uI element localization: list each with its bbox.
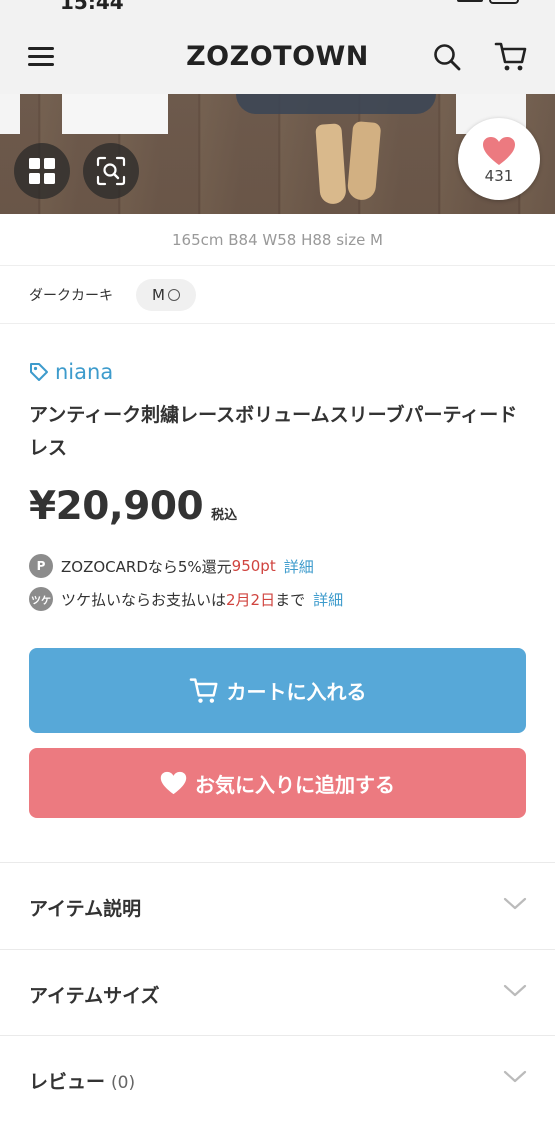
image-grid-button[interactable] [14, 143, 70, 199]
size-label: M [152, 286, 165, 304]
price: ¥20,900 税込 [29, 484, 237, 529]
tsuke-date: 2月2日 [226, 590, 276, 609]
brand-link[interactable]: niana [29, 360, 113, 384]
review-count: (0) [111, 1073, 136, 1093]
accordion-item-description[interactable]: アイテム説明 [0, 863, 555, 949]
accordion-label: アイテム説明 [29, 898, 142, 920]
menu-icon [28, 47, 54, 50]
favorite-count: 431 [484, 167, 514, 185]
site-logo[interactable]: ZOZOTOWN [186, 41, 369, 72]
accordion-item-size[interactable]: アイテムサイズ [0, 950, 555, 1036]
variant-row: ダークカーキ M [0, 266, 555, 324]
price-amount: ¥20,900 [29, 484, 204, 529]
search-icon [434, 44, 461, 71]
chevron-down-icon [503, 1070, 527, 1083]
chevron-down-icon [503, 897, 527, 910]
tag-icon [30, 363, 48, 381]
heart-icon [160, 771, 187, 795]
status-bar: 15:44 [0, 0, 555, 18]
add-to-favorites-button[interactable]: お気に入りに追加する [29, 748, 526, 818]
menu-button[interactable] [28, 44, 56, 68]
tsuke-info: ツケ ツケ払いならお支払いは 2月2日 まで 詳細 [29, 587, 343, 611]
zozocard-points: 950pt [231, 557, 276, 575]
tax-label: 税込 [211, 508, 238, 523]
cart-button[interactable] [494, 41, 528, 73]
product-title: アンティーク刺繍レースボリュームスリーブパーティードレス [29, 404, 518, 459]
battery-icon [489, 0, 519, 4]
tsuke-details-link[interactable]: 詳細 [313, 589, 343, 610]
chevron-down-icon [503, 984, 527, 997]
status-time: 15:44 [60, 0, 124, 14]
add-to-cart-label: カートに入れる [226, 680, 367, 704]
visual-search-icon [96, 156, 126, 186]
signal-icon [457, 0, 483, 2]
accordion-label: レビュー (0) [29, 1067, 135, 1094]
zozocard-details-link[interactable]: 詳細 [284, 556, 314, 577]
add-to-favorites-label: お気に入りに追加する [195, 772, 395, 797]
cart-icon [494, 42, 527, 71]
search-button[interactable] [432, 42, 462, 72]
size-chip-m[interactable]: M [136, 279, 196, 311]
add-to-cart-button[interactable]: カートに入れる [29, 648, 526, 733]
app-header: ZOZOTOWN [0, 18, 555, 94]
tsuke-text-after: まで [275, 590, 306, 609]
cart-icon [189, 677, 217, 703]
image-search-button[interactable] [83, 143, 139, 199]
favorite-count-button[interactable]: 431 [458, 118, 540, 200]
grid-icon [29, 158, 55, 184]
tsuke-icon: ツケ [29, 587, 53, 611]
point-icon: P [29, 554, 53, 578]
tsuke-text: ツケ払いならお支払いは [61, 590, 227, 609]
brand-name: niana [55, 360, 114, 384]
zozocard-text: ZOZOCARDなら5%還元 [61, 557, 232, 576]
heart-icon [483, 137, 515, 165]
accordion-item-review[interactable]: レビュー (0) [0, 1036, 555, 1122]
zozocard-info: P ZOZOCARDなら5%還元 950pt 詳細 [29, 554, 314, 578]
in-stock-icon [167, 289, 180, 301]
review-label: レビュー [29, 1071, 106, 1093]
model-info: 165cm B84 W58 H88 size M [0, 214, 555, 266]
accordion-label: アイテムサイズ [29, 985, 160, 1007]
color-name: ダークカーキ [29, 288, 113, 304]
